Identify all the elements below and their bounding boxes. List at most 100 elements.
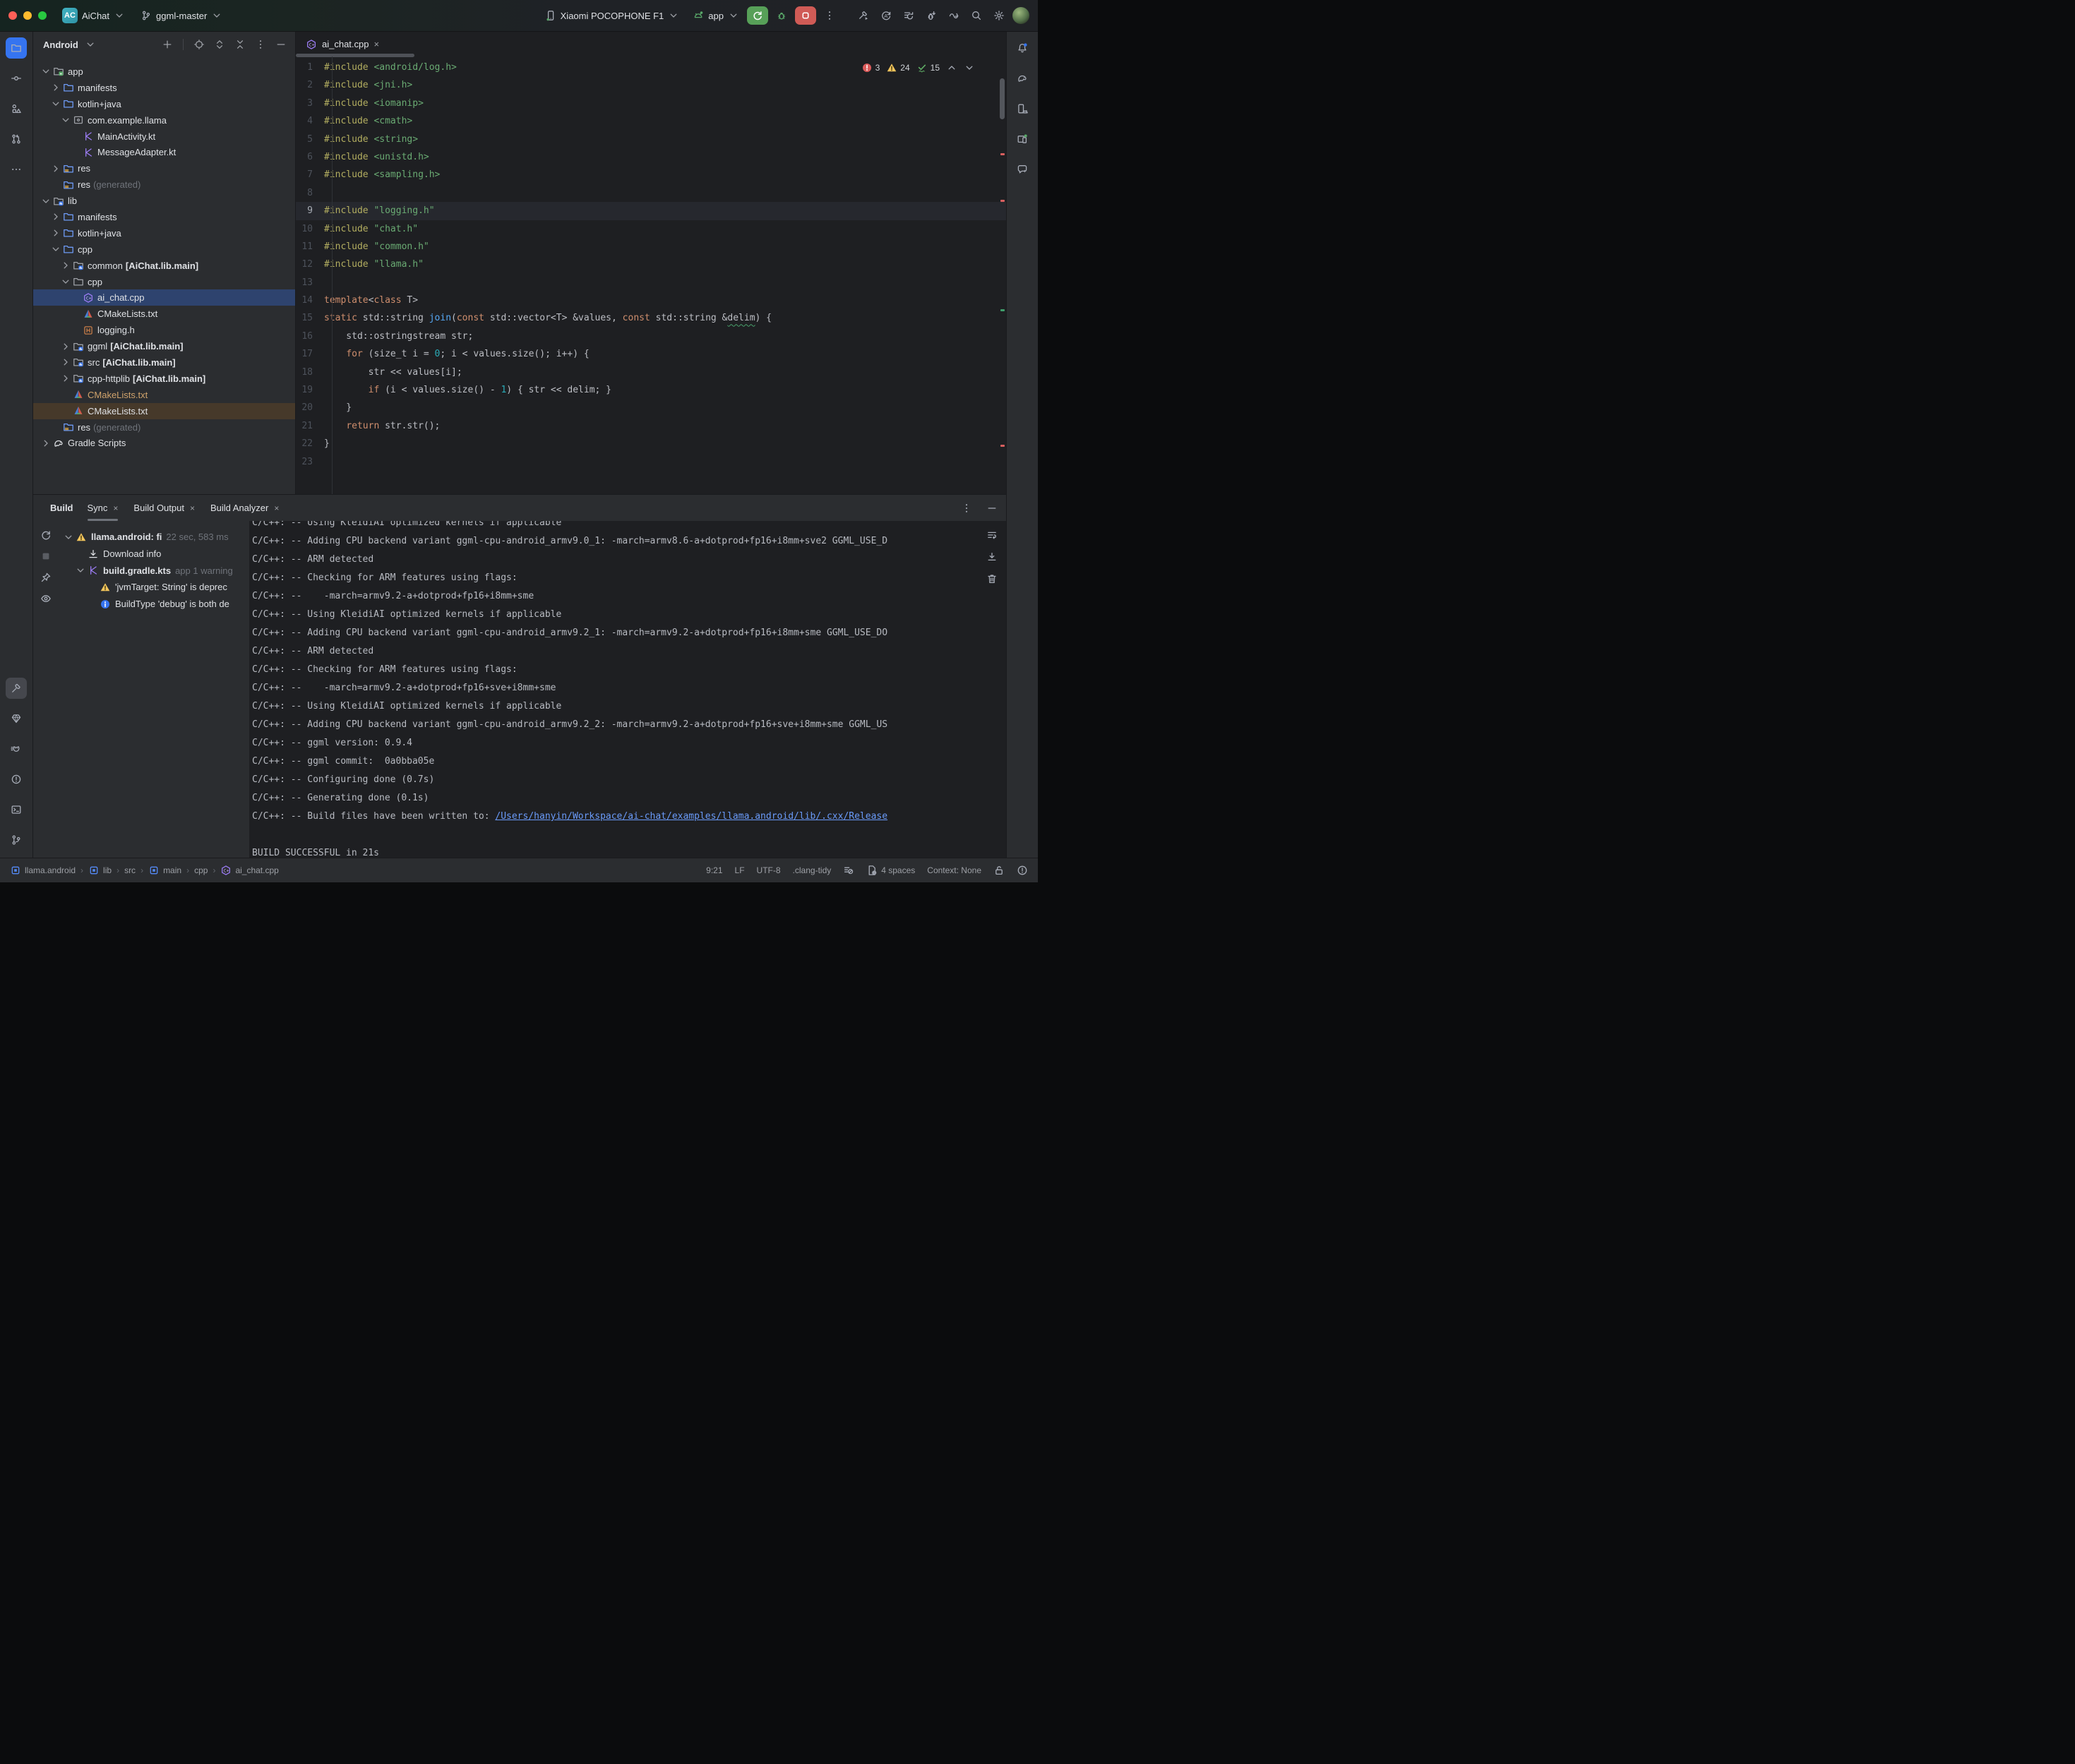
- project-tool-button[interactable]: [6, 37, 27, 59]
- tree-item-kotlin-java[interactable]: kotlin+java: [33, 225, 295, 241]
- collapse-all-icon[interactable]: [233, 37, 247, 52]
- sync-item-jvmtarget-string-is-deprec[interactable]: 'jvmTarget: String' is deprec: [59, 579, 249, 596]
- tree-item-cpp[interactable]: cpp: [33, 274, 295, 290]
- close-tab-icon[interactable]: ×: [374, 39, 380, 49]
- commit-tool-button[interactable]: [6, 68, 27, 89]
- chevron-down-icon[interactable]: [50, 98, 61, 109]
- pull-requests-tool-button[interactable]: [6, 128, 27, 150]
- chevron-right-icon[interactable]: [50, 163, 61, 174]
- clang-tidy-widget[interactable]: .clang-tidy: [793, 865, 832, 875]
- chevron-right-icon[interactable]: [50, 227, 61, 239]
- app-quality-insights-tool-button[interactable]: [6, 708, 27, 729]
- gradle-tool-button[interactable]: [1012, 68, 1033, 89]
- highlighting-level-icon[interactable]: [843, 865, 854, 876]
- tree-item-messageadapter-kt[interactable]: MessageAdapter.kt: [33, 144, 295, 160]
- logcat-tool-button[interactable]: [6, 738, 27, 760]
- caret-position[interactable]: 9:21: [706, 865, 722, 875]
- tree-item-manifests[interactable]: manifests: [33, 209, 295, 225]
- settings-icon[interactable]: [993, 10, 1005, 21]
- running-devices-tool-button[interactable]: [1012, 128, 1033, 150]
- warning-stripe-mark[interactable]: [1000, 309, 1005, 311]
- profiler-icon[interactable]: [948, 10, 959, 21]
- sync-item-buildtype-debug-is-both-de[interactable]: BuildType 'debug' is both de: [59, 596, 249, 613]
- tree-item-res-generated[interactable]: res(generated): [33, 176, 295, 193]
- ai-context-widget[interactable]: Context: None: [927, 865, 981, 875]
- breadcrumb-cpp[interactable]: cpp: [194, 865, 208, 875]
- tree-item-cmakelists-txt[interactable]: CMakeLists.txt: [33, 403, 295, 419]
- previous-problem-icon[interactable]: [946, 62, 957, 73]
- device-selector[interactable]: Xiaomi POCOPHONE F1: [545, 10, 680, 21]
- console-link[interactable]: /Users/hanyin/Workspace/ai-chat/examples…: [495, 811, 887, 822]
- tree-item-ai-chat-cpp[interactable]: C+ai_chat.cpp: [33, 289, 295, 306]
- stop-square-icon[interactable]: [40, 551, 52, 562]
- tree-item-app[interactable]: app: [33, 64, 295, 80]
- error-stripe-mark[interactable]: [1000, 445, 1005, 447]
- tree-item-logging-h[interactable]: logging.h: [33, 322, 295, 338]
- tree-item-ggml[interactable]: ggml[AiChat.lib.main]: [33, 338, 295, 354]
- inspections-widget[interactable]: 3 24 15: [861, 62, 975, 73]
- stop-button[interactable]: [795, 6, 816, 25]
- tree-item-cmakelists-txt[interactable]: CMakeLists.txt: [33, 387, 295, 403]
- refresh-icon[interactable]: [40, 529, 52, 541]
- zoom-window-button[interactable]: [38, 11, 47, 20]
- search-icon[interactable]: [971, 10, 982, 21]
- hide-icon[interactable]: [274, 37, 288, 52]
- tree-item-manifests[interactable]: manifests: [33, 80, 295, 96]
- version-control-tool-button[interactable]: [6, 829, 27, 851]
- preview-icon[interactable]: [40, 593, 52, 604]
- chevron-right-icon[interactable]: [60, 356, 71, 368]
- options-icon[interactable]: [253, 37, 268, 52]
- chevron-down-icon[interactable]: [60, 114, 71, 126]
- event-log-icon[interactable]: [1017, 865, 1028, 876]
- scroll-to-end-icon[interactable]: [986, 551, 998, 563]
- apply-code-changes-icon[interactable]: [903, 10, 914, 21]
- file-encoding[interactable]: UTF-8: [757, 865, 781, 875]
- minimize-window-button[interactable]: [23, 11, 32, 20]
- build-tab-build-output[interactable]: Build Output×: [133, 495, 195, 521]
- tree-item-common[interactable]: common[AiChat.lib.main]: [33, 258, 295, 274]
- line-ending[interactable]: LF: [735, 865, 745, 875]
- breadcrumb-llama-android[interactable]: llama.android: [10, 865, 76, 876]
- pin-icon[interactable]: [40, 572, 52, 583]
- soft-wrap-icon[interactable]: [986, 529, 998, 541]
- breadcrumb-lib[interactable]: lib: [88, 865, 112, 876]
- terminal-tool-button[interactable]: [6, 799, 27, 820]
- sync-item-llama-android-fi[interactable]: llama.android: fi22 sec, 583 ms: [59, 529, 249, 546]
- gemini-tool-button[interactable]: [1012, 159, 1033, 180]
- problems-tool-button[interactable]: [6, 769, 27, 790]
- tree-item-cpp[interactable]: cpp: [33, 241, 295, 258]
- user-avatar[interactable]: [1012, 7, 1029, 24]
- close-tab-icon[interactable]: ×: [190, 503, 195, 513]
- build-console[interactable]: C/C++: -- Using KleidiAI optimized kerne…: [249, 521, 1006, 858]
- more-run-options-button[interactable]: [824, 10, 835, 21]
- breadcrumb-main[interactable]: main: [148, 865, 181, 876]
- chevron-down-icon[interactable]: [40, 66, 51, 77]
- tab-ai-chat-cpp[interactable]: C+ ai_chat.cpp ×: [299, 32, 386, 56]
- build-tab-sync[interactable]: Sync×: [88, 495, 119, 521]
- apply-changes-icon[interactable]: A: [880, 10, 892, 21]
- chevron-down-icon[interactable]: [63, 532, 73, 543]
- run-configuration-selector[interactable]: app: [693, 10, 739, 21]
- indent-widget[interactable]: 4 spaces: [866, 865, 915, 876]
- add-icon[interactable]: [160, 37, 174, 52]
- build-options-icon[interactable]: [961, 503, 972, 514]
- locate-icon[interactable]: [192, 37, 206, 52]
- chevron-down-icon[interactable]: [75, 565, 85, 576]
- close-window-button[interactable]: [8, 11, 17, 20]
- attach-debugger-icon[interactable]: [926, 10, 937, 21]
- tree-item-mainactivity-kt[interactable]: MainActivity.kt: [33, 128, 295, 145]
- notifications-tool-button[interactable]: [1012, 37, 1033, 59]
- breadcrumb-src[interactable]: src: [124, 865, 136, 875]
- sync-item-download-info[interactable]: Download info: [59, 546, 249, 563]
- chevron-right-icon[interactable]: [60, 260, 71, 271]
- tree-item-res-generated[interactable]: res(generated): [33, 419, 295, 436]
- vcs-branch-widget[interactable]: ggml-master: [140, 10, 222, 21]
- device-manager-tool-button[interactable]: [1012, 98, 1033, 119]
- chevron-down-icon[interactable]: [50, 244, 61, 255]
- chevron-right-icon[interactable]: [60, 373, 71, 384]
- more-tool-button[interactable]: [6, 159, 27, 180]
- tree-item-gradle-scripts[interactable]: Gradle Scripts: [33, 435, 295, 451]
- code-editor[interactable]: 1#include <android/log.h>2#include <jni.…: [296, 56, 1006, 494]
- expand-all-icon[interactable]: [213, 37, 227, 52]
- build-tool-button[interactable]: [6, 678, 27, 699]
